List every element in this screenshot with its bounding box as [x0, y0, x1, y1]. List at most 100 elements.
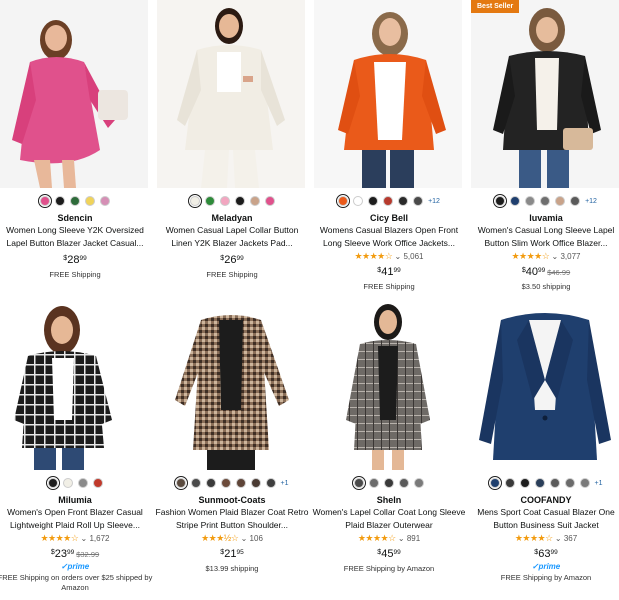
product-title-link[interactable]: Womens Casual Blazers Open Front Long Sl… [312, 224, 466, 250]
price: $6399 [534, 548, 558, 560]
color-swatch[interactable] [219, 196, 230, 206]
brand-name: Sdencin [57, 213, 93, 223]
shipping-info: FREE Shipping on orders over $25 shipped… [0, 573, 153, 592]
orange-blazer-photo [314, 0, 462, 188]
product-title-link[interactable]: Women's Casual Long Sleeve Lapel Button … [469, 224, 619, 250]
product-title-link[interactable]: Women Casual Lapel Collar Button Linen Y… [155, 224, 309, 250]
color-swatch[interactable] [525, 196, 536, 206]
product-image[interactable] [157, 300, 305, 470]
shipping-info: FREE Shipping by Amazon [500, 573, 592, 582]
color-swatch[interactable] [383, 196, 394, 206]
color-swatch[interactable] [398, 196, 409, 206]
color-swatch[interactable] [368, 196, 379, 206]
product-image[interactable] [471, 300, 619, 470]
star-rating[interactable]: ★★★★☆ ⌄ 5,061 [314, 251, 464, 262]
color-swatch[interactable] [564, 478, 575, 488]
color-swatch[interactable] [77, 478, 88, 488]
color-swatches: +12 [314, 193, 464, 209]
color-swatch[interactable] [353, 196, 364, 206]
color-swatch[interactable] [55, 196, 65, 206]
price: $2699 [220, 254, 244, 266]
product-image[interactable] [0, 300, 148, 470]
more-colors-link[interactable]: +1 [595, 480, 603, 487]
color-swatch[interactable] [265, 478, 276, 488]
color-swatch[interactable] [37, 193, 53, 209]
brand-name: Cicy Bell [369, 213, 409, 223]
star-rating[interactable]: ★★★★☆ ⌄ 3,077 [471, 251, 619, 262]
product-image[interactable]: Best Seller [471, 0, 619, 188]
price: $2195 [220, 548, 244, 560]
color-swatch[interactable] [579, 478, 590, 488]
star-rating[interactable]: ★★★★☆ ⌄ 367 [471, 533, 619, 544]
product-image[interactable] [314, 300, 462, 470]
color-swatch[interactable] [369, 478, 379, 488]
color-swatch[interactable] [555, 196, 566, 206]
product-title-link[interactable]: Women's Open Front Blazer Casual Lightwe… [0, 506, 152, 532]
houndstooth-blazer-photo [157, 300, 305, 470]
shipping-info: $13.99 shipping [205, 564, 259, 573]
black-plaid-blazer-photo [0, 300, 148, 470]
product-title-link[interactable]: Women's Lapel Collar Coat Long Sleeve Pl… [312, 506, 466, 532]
color-swatch[interactable] [519, 478, 530, 488]
price: $2899 [63, 254, 87, 266]
color-swatch[interactable] [351, 475, 367, 491]
price: $4099 $46.99 [521, 266, 571, 278]
color-swatch[interactable] [414, 478, 424, 488]
color-swatches [314, 475, 464, 491]
color-swatch[interactable] [85, 196, 95, 206]
product-title-link[interactable]: Mens Sport Coat Casual Blazer One Button… [469, 506, 619, 532]
more-colors-link[interactable]: +12 [585, 198, 597, 205]
color-swatch[interactable] [234, 196, 245, 206]
more-colors-link[interactable]: +12 [428, 198, 440, 205]
color-swatch[interactable] [504, 478, 515, 488]
color-swatches: +1 [471, 475, 619, 491]
star-rating[interactable]: ★★★★☆ ⌄ 891 [314, 533, 464, 544]
color-swatch[interactable] [62, 478, 73, 488]
color-swatch[interactable] [534, 478, 545, 488]
color-swatch[interactable] [487, 475, 502, 491]
navy-mens-blazer-photo [471, 300, 619, 470]
color-swatch[interactable] [540, 196, 551, 206]
color-swatch[interactable] [250, 478, 261, 488]
color-swatch[interactable] [173, 475, 188, 491]
color-swatches [157, 193, 307, 209]
rating-count: 3,077 [560, 252, 581, 261]
product-title-link[interactable]: Fashion Women Plaid Blazer Coat Retro St… [155, 506, 309, 532]
shipping-info: $3.50 shipping [521, 282, 571, 291]
color-swatch[interactable] [204, 196, 215, 206]
product-image[interactable] [314, 0, 462, 188]
brand-name: COOFANDY [520, 495, 572, 505]
grey-plaid-blazer-photo [314, 300, 462, 470]
color-swatch[interactable] [384, 478, 394, 488]
rating-count: 106 [249, 534, 263, 543]
color-swatch[interactable] [100, 196, 110, 206]
shipping-info: FREE Shipping [49, 270, 101, 279]
color-swatches [0, 193, 150, 209]
color-swatch[interactable] [492, 193, 508, 209]
color-swatch[interactable] [264, 196, 275, 206]
color-swatch[interactable] [399, 478, 409, 488]
product-image[interactable] [157, 0, 305, 188]
color-swatch[interactable] [335, 193, 351, 209]
color-swatch[interactable] [187, 193, 202, 209]
pink-blazer-photo [0, 0, 148, 188]
color-swatch[interactable] [510, 196, 521, 206]
color-swatch[interactable] [45, 475, 60, 491]
star-rating[interactable]: ★★★★☆ ⌄ 1,672 [0, 533, 150, 544]
color-swatch[interactable] [249, 196, 260, 206]
color-swatch[interactable] [413, 196, 424, 206]
star-rating[interactable]: ★★★½☆ ⌄ 106 [157, 533, 307, 544]
color-swatch[interactable] [205, 478, 216, 488]
color-swatch[interactable] [190, 478, 201, 488]
rating-count: 891 [406, 534, 421, 543]
color-swatch[interactable] [570, 196, 581, 206]
rating-count: 1,672 [89, 534, 110, 543]
color-swatch[interactable] [92, 478, 103, 488]
product-title-link[interactable]: Women Long Sleeve Y2K Oversized Lapel Bu… [0, 224, 152, 250]
color-swatch[interactable] [220, 478, 231, 488]
color-swatch[interactable] [70, 196, 80, 206]
more-colors-link[interactable]: +1 [281, 480, 289, 487]
color-swatch[interactable] [549, 478, 560, 488]
color-swatch[interactable] [235, 478, 246, 488]
product-image[interactable] [0, 0, 148, 188]
